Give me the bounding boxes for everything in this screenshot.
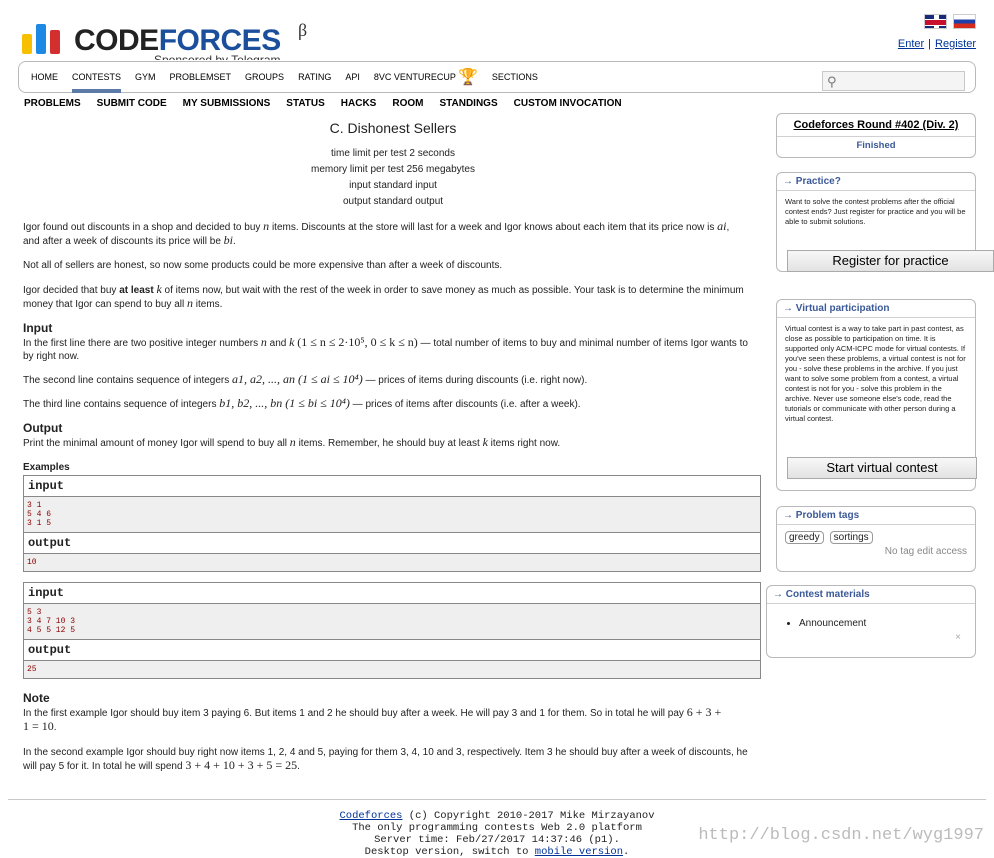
start-virtual-contest-button[interactable]: Start virtual contest xyxy=(787,457,977,479)
materials-list: Announcement xyxy=(799,618,975,629)
example-output-header: output xyxy=(24,640,760,661)
uk-flag-icon[interactable] xyxy=(924,14,947,29)
submenu-custom-invocation[interactable]: CUSTOM INVOCATION xyxy=(514,98,622,109)
example-output[interactable]: 10 xyxy=(24,554,760,571)
submenu-problems[interactable]: PROBLEMS xyxy=(24,98,81,109)
mobile-version-link[interactable]: mobile version xyxy=(535,846,623,858)
input-spec: input standard input xyxy=(349,180,437,191)
register-practice-button[interactable]: Register for practice xyxy=(787,250,994,272)
menu-item-contests[interactable]: CONTESTS xyxy=(72,62,122,93)
example-block: input 3 1 5 4 6 3 1 5 output 10 xyxy=(23,475,761,572)
memory-limit: memory limit per test 256 megabytes xyxy=(311,164,475,175)
search-icon: ⚲ xyxy=(827,74,837,89)
round-status: Finished xyxy=(856,140,896,151)
input-paragraph: The second line contains sequence of int… xyxy=(23,372,588,387)
auth-separator: | xyxy=(928,38,932,50)
example-input-header: input xyxy=(24,476,760,497)
example-block: input 5 3 3 4 7 10 3 4 5 5 12 5 output 2… xyxy=(23,582,761,679)
note-section-title: Note xyxy=(23,691,50,705)
close-icon[interactable]: × xyxy=(955,632,961,643)
venturecup-label: 8VC VENTURECUP xyxy=(373,72,456,82)
input-paragraph: The third line contains sequence of inte… xyxy=(23,396,581,411)
materials-title: → Contest materials xyxy=(767,586,975,604)
practice-text: Want to solve the contest problems after… xyxy=(785,197,966,226)
output-section-title: Output xyxy=(23,421,63,435)
round-title-link[interactable]: Codeforces Round #402 (Div. 2) xyxy=(777,114,975,137)
register-link[interactable]: Register xyxy=(935,38,976,50)
logo-text: CODEFORCES xyxy=(74,24,281,57)
examples-title: Examples xyxy=(23,462,70,473)
codeforces-footer-link[interactable]: Codeforces xyxy=(339,810,402,822)
menu-item-gym[interactable]: GYM xyxy=(135,62,156,92)
footer-divider xyxy=(8,799,986,800)
ru-flag-icon[interactable] xyxy=(953,14,976,29)
problem-tags-box: → Problem tags greedy sortings No tag ed… xyxy=(776,506,976,572)
submenu-standings[interactable]: STANDINGS xyxy=(439,98,497,109)
example-output[interactable]: 25 xyxy=(24,661,760,678)
example-input[interactable]: 5 3 3 4 7 10 3 4 5 5 12 5 xyxy=(24,604,760,640)
beta-mark: β xyxy=(298,20,308,40)
footer-line-copyright: Codeforces (c) Copyright 2010-2017 Mike … xyxy=(339,810,655,822)
time-limit: time limit per test 2 seconds xyxy=(331,148,455,159)
submenu-hacks[interactable]: HACKS xyxy=(341,98,377,109)
virtual-title: → Virtual participation xyxy=(777,300,975,318)
sponsor-text: Sponsored by Telegram xyxy=(154,54,281,60)
practice-title: → Practice? xyxy=(777,173,975,191)
statement-paragraph: Not all of sellers are honest, so now so… xyxy=(23,260,503,271)
output-spec: output standard output xyxy=(342,196,444,207)
logo-bars-icon xyxy=(22,24,66,54)
example-input-header: input xyxy=(24,583,760,604)
no-tag-edit-text: No tag edit access xyxy=(884,546,967,557)
statement-paragraph: Igor found out discounts in a shop and d… xyxy=(23,219,730,248)
submenu-status[interactable]: STATUS xyxy=(286,98,325,109)
auth-links: Enter | Register xyxy=(898,38,976,50)
search-input[interactable]: ⚲ xyxy=(822,71,965,91)
input-section-title: Input xyxy=(23,321,53,335)
contest-submenu: PROBLEMS SUBMIT CODE MY SUBMISSIONS STAT… xyxy=(24,98,622,109)
menu-item-rating[interactable]: RATING xyxy=(298,62,331,92)
tag-greedy[interactable]: greedy xyxy=(785,531,824,544)
watermark-text: http://blog.csdn.net/wyg1997 xyxy=(698,826,984,845)
submenu-my-submissions[interactable]: MY SUBMISSIONS xyxy=(183,98,271,109)
note-paragraph: In the first example Igor should buy ite… xyxy=(23,705,722,734)
tag-sortings[interactable]: sortings xyxy=(829,531,873,544)
codeforces-logo[interactable]: CODEFORCES β Sponsored by Telegram xyxy=(22,20,322,60)
trophy-icon: 🏆 xyxy=(457,69,478,86)
main-menu: HOME CONTESTS GYM PROBLEMSET GROUPS RATI… xyxy=(18,61,976,93)
tags-list: greedy sortings xyxy=(777,525,975,546)
output-paragraph: Print the minimal amount of money Igor w… xyxy=(23,435,561,450)
language-selector xyxy=(924,14,976,29)
menu-item-problemset[interactable]: PROBLEMSET xyxy=(170,62,232,92)
menu-item-home[interactable]: HOME xyxy=(31,62,58,92)
statement-paragraph: Igor decided that buy at least k of item… xyxy=(23,282,744,311)
note-paragraph: In the second example Igor should buy ri… xyxy=(23,747,748,772)
virtual-text: Virtual contest is a way to take part in… xyxy=(785,324,966,423)
menu-item-api[interactable]: API xyxy=(345,62,360,92)
footer-line-version: Desktop version, switch to mobile versio… xyxy=(364,846,630,858)
enter-link[interactable]: Enter xyxy=(898,38,924,50)
contest-round-box: Codeforces Round #402 (Div. 2) Finished xyxy=(776,113,976,158)
menu-item-venturecup[interactable]: 8VC VENTURECUP 🏆 xyxy=(374,62,478,92)
problem-statement: C. Dishonest Sellers time limit per test… xyxy=(23,120,763,773)
menu-item-sections[interactable]: SECTIONS xyxy=(492,62,538,92)
menu-item-groups[interactable]: GROUPS xyxy=(245,62,284,92)
contest-materials-box: → Contest materials Announcement × xyxy=(766,585,976,658)
problem-title: C. Dishonest Sellers xyxy=(329,120,457,136)
submenu-room[interactable]: ROOM xyxy=(392,98,423,109)
submenu-submit-code[interactable]: SUBMIT CODE xyxy=(97,98,167,109)
example-input[interactable]: 3 1 5 4 6 3 1 5 xyxy=(24,497,760,533)
tags-title: → Problem tags xyxy=(777,507,975,525)
input-paragraph: In the first line there are two positive… xyxy=(23,335,748,363)
material-announcement-link[interactable]: Announcement xyxy=(799,618,975,629)
example-output-header: output xyxy=(24,533,760,554)
